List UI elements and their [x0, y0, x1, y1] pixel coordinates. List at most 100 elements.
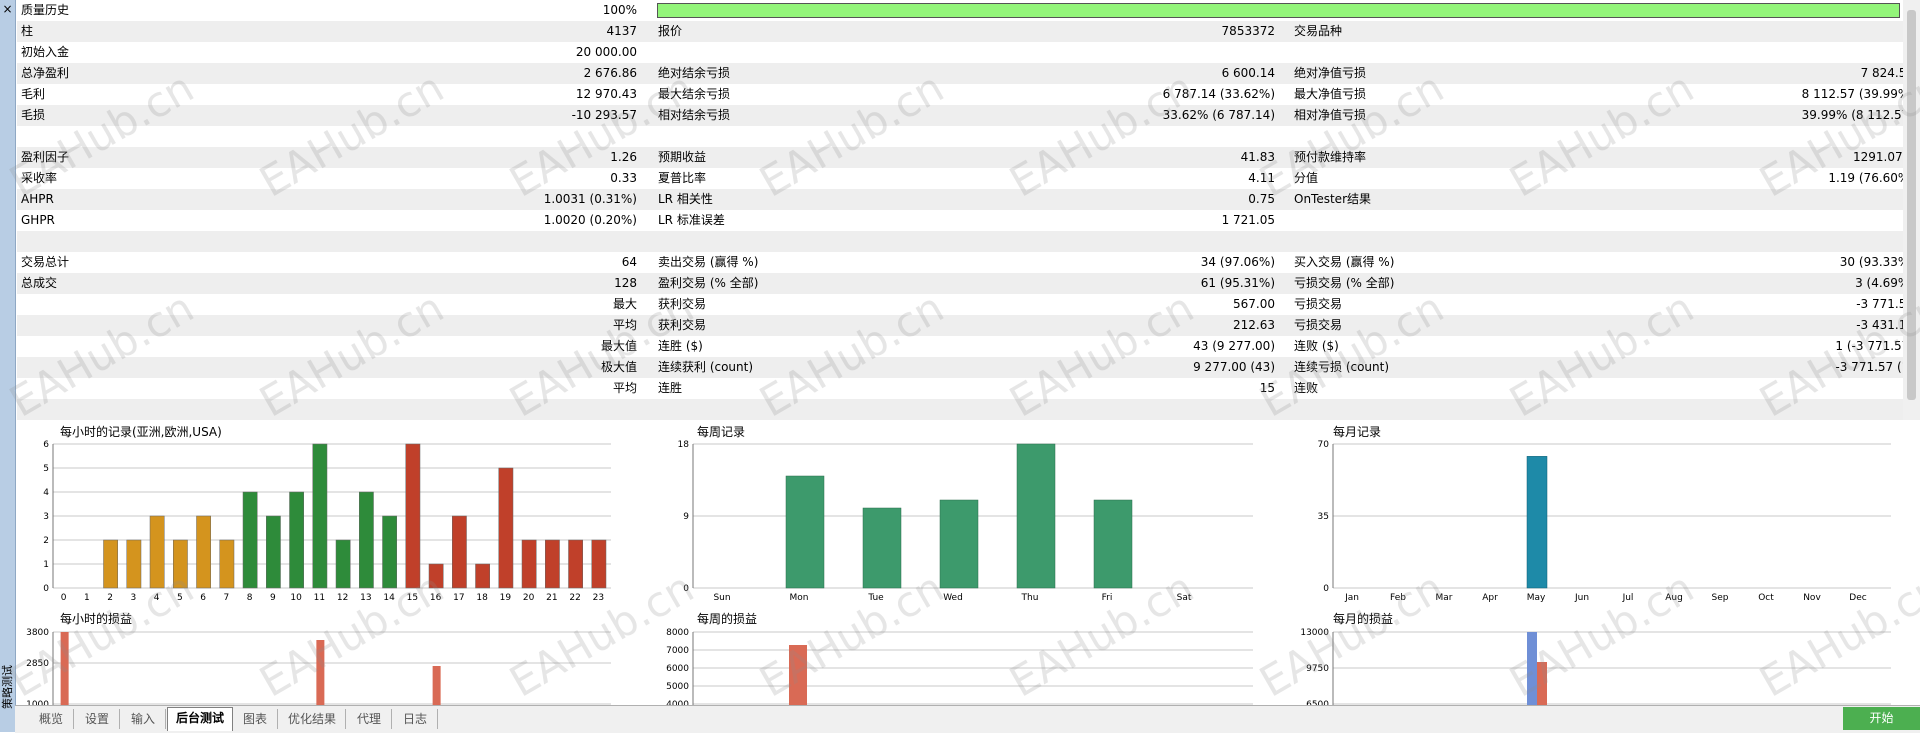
x-tick-label: 11 — [314, 593, 325, 603]
x-tick-label: Jul — [1622, 593, 1634, 603]
x-tick-label: Jun — [1574, 593, 1589, 603]
stat-label: 绝对结余亏损 — [658, 66, 731, 80]
bar — [103, 539, 118, 589]
stat-label: 报价 — [658, 24, 683, 38]
stat-label: 柱 — [21, 24, 34, 38]
stat-value: 64 — [621, 255, 637, 269]
stat-row: 总净盈利 2 676.86 绝对结余亏损 6 600.14 绝对净值亏损 7 824.57 — [17, 63, 1903, 84]
scrollbar-thumb[interactable] — [1907, 10, 1916, 400]
x-tick-label: Sep — [1712, 593, 1729, 603]
stat-row — [17, 126, 1903, 147]
stat-value: 212.63 — [1233, 318, 1275, 332]
tab-1[interactable]: 设置 — [75, 709, 120, 729]
stat-value: 3 (4.69%) — [1855, 276, 1903, 290]
x-tick-label: Dec — [1849, 593, 1866, 603]
stat-row: 采收率 0.33 夏普比率 4.11 分值 1.19 (76.60%) — [17, 168, 1903, 189]
x-tick-label: 20 — [523, 593, 535, 603]
vertical-scrollbar[interactable] — [1903, 0, 1920, 420]
bar — [173, 539, 188, 589]
quality-value: 100% — [602, 3, 637, 17]
stat-row: 盈利因子 1.26 预期收益 41.83 预付款维持率 1291.07% — [17, 147, 1903, 168]
x-tick-label: 1 — [84, 593, 90, 603]
stat-value: 43 (9 277.00) — [1193, 339, 1275, 353]
bar — [149, 515, 165, 589]
stat-value: 7853372 — [1221, 24, 1275, 38]
stat-label: 连败 — [1294, 381, 1319, 395]
tab-4[interactable]: 图表 — [233, 709, 278, 729]
y-tick-label: 3800 — [26, 628, 49, 638]
stat-value: 1 — [1577, 21, 1903, 42]
bar — [196, 515, 211, 589]
y-tick-label: 70 — [1318, 440, 1330, 450]
start-button[interactable]: 开始 — [1843, 707, 1920, 730]
stat-value: 4137 — [606, 24, 637, 38]
x-tick-label: 21 — [546, 593, 557, 603]
bar — [591, 539, 607, 589]
stat-value: 8 112.57 (39.99%) — [1801, 87, 1903, 101]
x-tick-label: May — [1527, 593, 1546, 603]
stat-value: 0 — [1577, 189, 1903, 210]
stat-row — [17, 399, 1903, 420]
stat-value: 1291.07% — [1852, 150, 1903, 164]
stat-label: 最大净值亏损 — [1294, 87, 1367, 101]
bar — [475, 563, 490, 589]
stat-label: 总成交 — [21, 276, 58, 290]
tab-5[interactable]: 优化结果 — [279, 709, 346, 729]
stat-value: 1 — [1577, 378, 1903, 399]
x-tick-label: 6 — [200, 593, 206, 603]
x-tick-label: 16 — [430, 593, 442, 603]
stat-label: 连续亏损 (count) — [1294, 360, 1390, 374]
charts-area: 每小时的记录(亚洲,欧洲,USA) 0 1 2 3 4 5 6 0 1 2 3 4 5 6 7 8 9 10 11 12… — [17, 420, 1903, 705]
tab-2[interactable]: 输入 — [121, 709, 166, 729]
chart-title: 每小时的损益 — [60, 611, 132, 626]
y-tick-label: 18 — [678, 440, 690, 450]
stat-row: AHPR 1.0031 (0.31%) LR 相关性 0.75 OnTester结果 0 — [17, 189, 1903, 210]
stat-label: 交易品种 — [1294, 24, 1343, 38]
bar — [568, 539, 583, 589]
stat-label: 毛利 — [21, 87, 46, 101]
tab-3[interactable]: 后台测试 — [167, 707, 233, 731]
tab-6[interactable]: 代理 — [347, 709, 392, 729]
stat-value: 1.0031 (0.31%) — [543, 192, 637, 206]
tab-7[interactable]: 日志 — [393, 709, 438, 729]
y-tick-label: 4 — [43, 488, 49, 498]
x-tick-label: 9 — [270, 593, 276, 603]
stat-row — [17, 231, 1903, 252]
close-icon[interactable]: × — [1, 2, 14, 16]
stat-label: 买入交易 (赢得 %) — [1294, 255, 1395, 269]
bar — [498, 467, 514, 589]
stat-value: 1.26 — [610, 150, 637, 164]
x-tick-label: 3 — [131, 593, 137, 603]
bar — [939, 499, 979, 589]
quality-label: 质量历史 — [21, 3, 70, 17]
stat-row: 毛利 12 970.43 最大结余亏损 6 787.14 (33.62%) 最大净值亏损… — [17, 84, 1903, 105]
bar — [219, 539, 235, 589]
stat-label: 相对结余亏损 — [658, 108, 731, 122]
stat-label: LR 标准误差 — [658, 213, 725, 227]
bar — [452, 515, 467, 589]
stat-label: AHPR — [21, 192, 54, 206]
bar — [359, 491, 374, 589]
chart-title: 每月的损益 — [1333, 611, 1393, 626]
stat-label: 交易总计 — [21, 255, 70, 269]
x-tick-label: Sun — [713, 593, 730, 603]
stat-group-label: 极大值 — [600, 360, 637, 374]
chart-title: 每月记录 — [1333, 424, 1381, 439]
y-tick-label: 2850 — [26, 659, 49, 669]
stat-label: 采收率 — [21, 171, 58, 185]
stat-value: 41.83 — [1240, 150, 1275, 164]
stat-row: 平均 连胜 15 连败 1 — [17, 378, 1903, 399]
stat-value: 0.75 — [1248, 192, 1275, 206]
stat-value: 33.62% (6 787.14) — [1162, 108, 1275, 122]
tab-0[interactable]: 概览 — [29, 709, 74, 729]
bar — [405, 443, 421, 589]
stat-value: -10 293.57 — [571, 108, 637, 122]
bar — [242, 491, 258, 589]
x-tick-label: 23 — [593, 593, 604, 603]
stat-label: 连胜 — [658, 381, 683, 395]
stat-label: GHPR — [21, 213, 55, 227]
bar — [60, 632, 69, 705]
stat-group-label: 平均 — [612, 318, 637, 332]
stat-value: 4.11 — [1248, 171, 1275, 185]
y-tick-label: 2 — [43, 536, 49, 546]
